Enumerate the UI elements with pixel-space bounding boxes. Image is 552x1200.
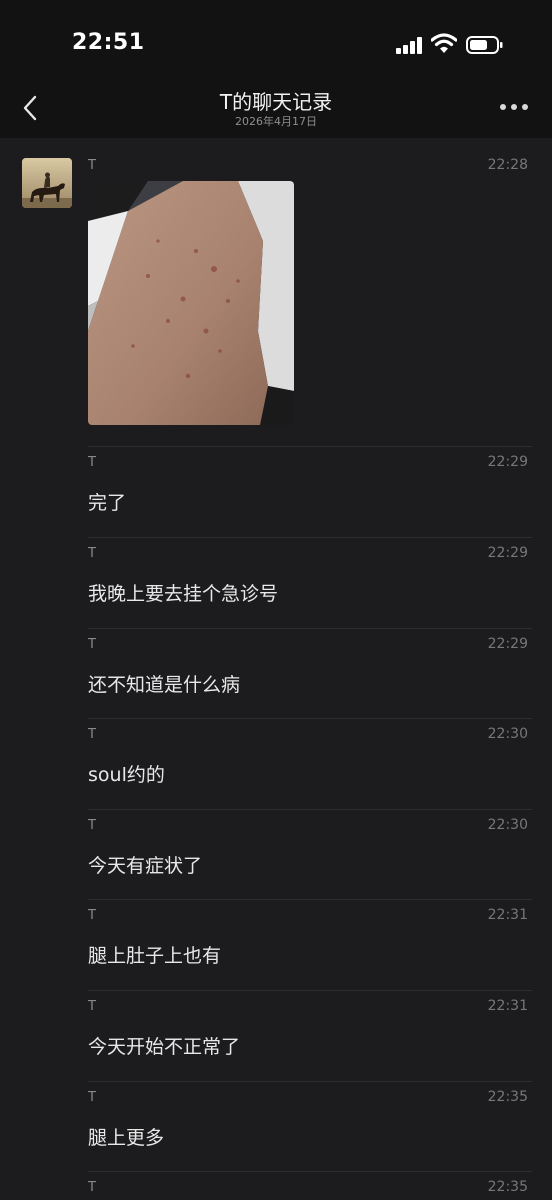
message-sender: T — [88, 1090, 96, 1105]
message-time: 22:29 — [487, 545, 528, 561]
message-time: 22:29 — [487, 636, 528, 652]
message-sender: T — [88, 727, 96, 742]
status-bar: 22:51 — [0, 0, 552, 80]
page-subtitle: 2026年4月17日 — [235, 115, 317, 128]
message-item[interactable]: T 22:35 腿上更多 — [88, 1082, 532, 1172]
message-sender: T — [88, 637, 96, 652]
message-sender: T — [88, 908, 96, 923]
message-item[interactable]: T 22:29 还不知道是什么病 — [88, 629, 532, 719]
message-item[interactable]: T 22:30 soul约的 — [88, 719, 532, 810]
message-sender: T — [88, 818, 96, 833]
message-text: 完了 — [88, 492, 127, 514]
message-time: 22:28 — [487, 157, 528, 173]
message-photo[interactable] — [88, 181, 294, 425]
message-text: 今天有症状了 — [88, 855, 203, 877]
message-time: 22:35 — [487, 1179, 528, 1195]
status-time: 22:51 — [72, 30, 145, 55]
message-sender: T — [88, 158, 96, 173]
message-item[interactable]: T 22:31 今天开始不正常了 — [88, 991, 532, 1082]
avatar-image — [22, 158, 72, 208]
message-time: 22:31 — [487, 907, 528, 923]
cellular-signal-icon — [396, 36, 424, 54]
message-text: soul约的 — [88, 764, 165, 786]
message-item[interactable]: T 22:29 完了 — [88, 447, 532, 538]
message-text: 我晚上要去挂个急诊号 — [88, 583, 279, 605]
message-item[interactable]: T 22:35 — [88, 1172, 532, 1200]
message-sender: T — [88, 546, 96, 561]
message-time: 22:30 — [487, 817, 528, 833]
message-time: 22:30 — [487, 726, 528, 742]
message-sender: T — [88, 455, 96, 470]
message-list: T 22:28 T 22:29 完了 T 22:29 我晚上要去挂个急诊号 T … — [88, 150, 532, 1200]
message-item[interactable]: T 22:30 今天有症状了 — [88, 810, 532, 900]
message-sender: T — [88, 999, 96, 1014]
message-time: 22:31 — [487, 998, 528, 1014]
message-time: 22:35 — [487, 1089, 528, 1105]
message-item[interactable]: T 22:28 — [88, 150, 532, 447]
avatar[interactable] — [22, 158, 72, 208]
photo-image — [88, 181, 294, 425]
nav-bar: T的聊天记录 2026年4月17日 — [0, 80, 552, 138]
message-text: 腿上更多 — [88, 1127, 165, 1149]
message-item[interactable]: T 22:31 腿上肚子上也有 — [88, 900, 532, 991]
message-text: 腿上肚子上也有 — [88, 945, 222, 967]
page-title: T的聊天记录 — [219, 90, 333, 114]
wifi-icon — [431, 33, 457, 53]
message-text: 还不知道是什么病 — [88, 674, 241, 696]
message-item[interactable]: T 22:29 我晚上要去挂个急诊号 — [88, 538, 532, 629]
message-sender: T — [88, 1180, 96, 1195]
message-time: 22:29 — [487, 454, 528, 470]
battery-icon — [466, 36, 503, 54]
more-dots-icon[interactable] — [500, 102, 530, 114]
message-text: 今天开始不正常了 — [88, 1036, 241, 1058]
